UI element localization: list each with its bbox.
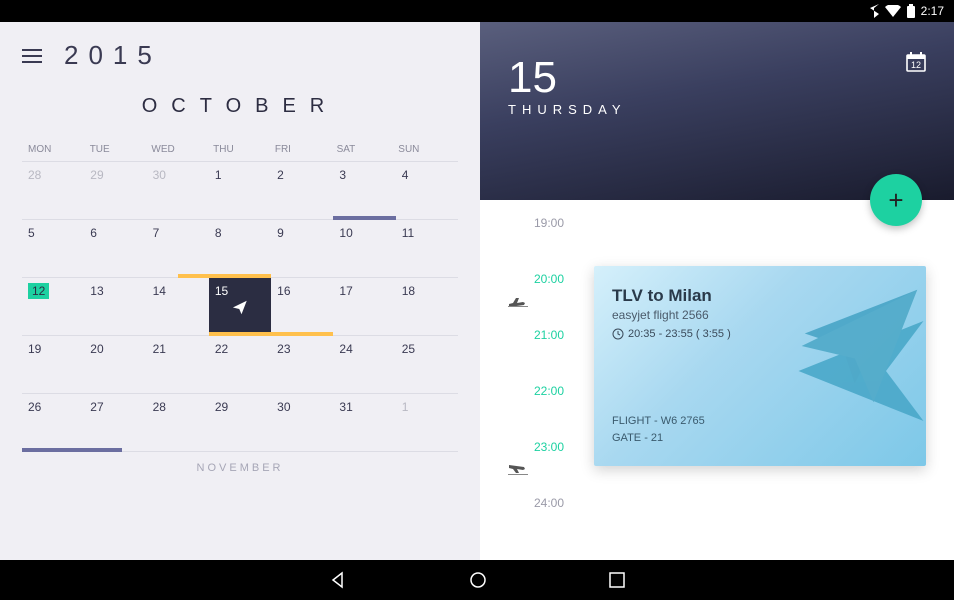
- timeline[interactable]: TLV to Milan easyjet flight 2566 20:35 -…: [480, 200, 954, 560]
- calendar-cell[interactable]: 29: [209, 394, 271, 452]
- takeoff-icon: [508, 294, 528, 313]
- calendar-cell[interactable]: 20: [84, 336, 146, 394]
- agenda-hero: 15 THURSDAY 12: [480, 22, 954, 200]
- calendar-cell[interactable]: 17: [333, 278, 395, 336]
- time-row: 20:00: [480, 270, 954, 326]
- calendar-cell[interactable]: 21: [147, 336, 209, 394]
- wifi-icon: [885, 5, 901, 17]
- calendar-cell[interactable]: 4: [396, 162, 458, 220]
- weekday-label: SAT: [333, 138, 395, 161]
- calendar-cell[interactable]: 14: [147, 278, 209, 336]
- time-row: 21:00: [480, 326, 954, 382]
- calendar-cell[interactable]: 25: [396, 336, 458, 394]
- year-label[interactable]: 2015: [64, 40, 162, 71]
- calendar-cell[interactable]: 6: [84, 220, 146, 278]
- calendar-cell[interactable]: 1: [209, 162, 271, 220]
- next-month-label[interactable]: NOVEMBER: [22, 462, 458, 474]
- time-row: 23:00: [480, 438, 954, 494]
- time-label: 22:00: [480, 382, 580, 398]
- weekday-label: SUN: [394, 138, 456, 161]
- back-button[interactable]: [328, 570, 348, 590]
- calendar-cell[interactable]: 5: [22, 220, 84, 278]
- calendar-cell[interactable]: 29: [84, 162, 146, 220]
- time-label: 23:00: [480, 438, 580, 454]
- calendar-grid: 2829301234567891011121314151617181920212…: [22, 162, 458, 452]
- calendar-pane: 2015 OCTOBER MON TUE WED THU FRI SAT SUN…: [0, 22, 480, 560]
- calendar-cell[interactable]: 1: [396, 394, 458, 452]
- weekday-header: MON TUE WED THU FRI SAT SUN: [22, 138, 458, 162]
- bluetooth-icon: [870, 4, 879, 18]
- hero-day: THURSDAY: [508, 102, 926, 117]
- calendar-cell[interactable]: 16: [271, 278, 333, 336]
- calendar-cell[interactable]: 12: [22, 278, 84, 336]
- calendar-cell[interactable]: 24: [333, 336, 395, 394]
- plane-icon: [231, 299, 249, 320]
- weekday-label: THU: [209, 138, 271, 161]
- calendar-cell[interactable]: 3: [333, 162, 395, 220]
- calendar-cell[interactable]: 31: [333, 394, 395, 452]
- calendar-cell[interactable]: 26: [22, 394, 84, 452]
- calendar-cell[interactable]: 18: [396, 278, 458, 336]
- weekday-label: FRI: [271, 138, 333, 161]
- time-row: 22:00: [480, 382, 954, 438]
- calendar-cell[interactable]: 28: [147, 394, 209, 452]
- weekday-label: WED: [147, 138, 209, 161]
- jump-to-today-button[interactable]: 12: [904, 50, 928, 79]
- calendar-cell[interactable]: 2: [271, 162, 333, 220]
- clock-label: 2:17: [921, 4, 944, 18]
- calendar-cell[interactable]: 19: [22, 336, 84, 394]
- calendar-cell[interactable]: 7: [147, 220, 209, 278]
- calendar-cell[interactable]: 23: [271, 336, 333, 394]
- month-title: OCTOBER: [22, 95, 458, 118]
- home-button[interactable]: [468, 570, 488, 590]
- android-navbar: [0, 560, 954, 600]
- menu-button[interactable]: [22, 45, 42, 67]
- calendar-cell[interactable]: 10: [333, 220, 395, 278]
- calendar-cell[interactable]: 13: [84, 278, 146, 336]
- android-statusbar: 2:17: [0, 0, 954, 22]
- calendar-cell[interactable]: 15: [209, 278, 271, 336]
- time-label: 24:00: [480, 494, 580, 510]
- calendar-cell[interactable]: 11: [396, 220, 458, 278]
- calendar-cell[interactable]: 28: [22, 162, 84, 220]
- add-event-button[interactable]: +: [870, 174, 922, 226]
- time-label: 20:00: [480, 270, 580, 286]
- calendar-cell[interactable]: 27: [84, 394, 146, 452]
- svg-text:12: 12: [911, 60, 921, 70]
- calendar-cell[interactable]: 30: [147, 162, 209, 220]
- calendar-cell[interactable]: 22: [209, 336, 271, 394]
- calendar-cell[interactable]: 8: [209, 220, 271, 278]
- recents-button[interactable]: [608, 571, 626, 589]
- battery-icon: [907, 4, 915, 18]
- weekday-label: MON: [24, 138, 86, 161]
- agenda-pane: 15 THURSDAY 12 + TLV to Milan easyjet fl…: [480, 22, 954, 560]
- time-label: 19:00: [480, 214, 580, 230]
- weekday-label: TUE: [86, 138, 148, 161]
- landing-icon: [508, 462, 528, 481]
- calendar-cell[interactable]: 30: [271, 394, 333, 452]
- calendar-cell[interactable]: 9: [271, 220, 333, 278]
- time-row: 24:00: [480, 494, 954, 550]
- hero-date: 15: [508, 56, 926, 100]
- time-label: 21:00: [480, 326, 580, 342]
